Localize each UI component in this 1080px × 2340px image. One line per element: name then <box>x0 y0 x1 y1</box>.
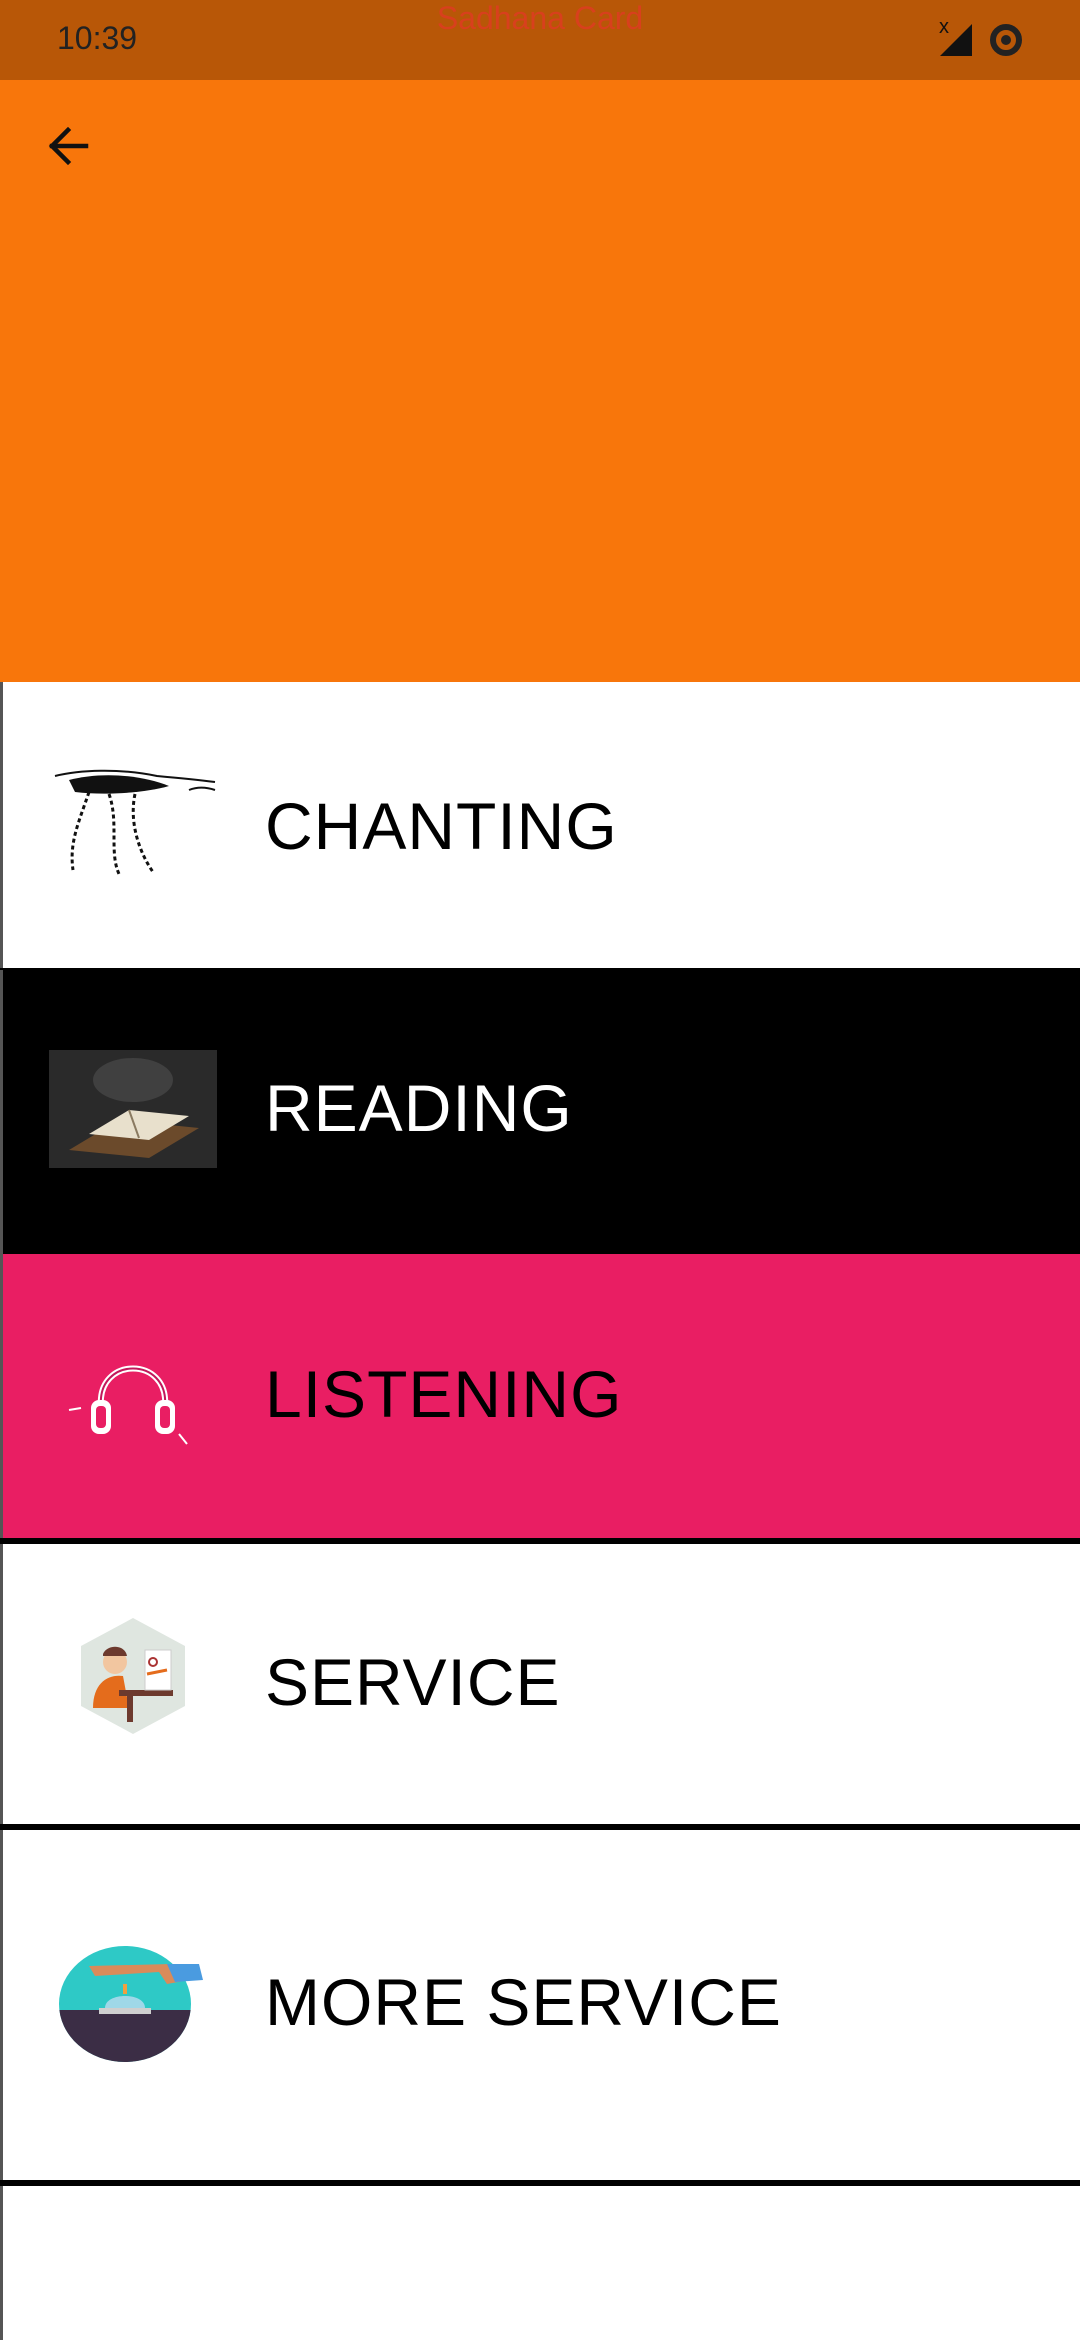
menu-item-reading[interactable]: READING <box>0 970 1080 1254</box>
back-button[interactable] <box>36 114 100 178</box>
sadhana-menu-list: CHANTING READING LISTENING SERVICE MORE … <box>0 682 1080 2340</box>
empty-list-area <box>0 2186 1080 2340</box>
menu-item-more-service[interactable]: MORE SERVICE <box>0 1830 1080 2180</box>
person-at-desk-icon <box>81 1618 185 1734</box>
open-book-icon <box>49 1050 217 1168</box>
arrow-left-icon <box>48 126 89 166</box>
status-bar: 10:39 Sadhana Card x <box>0 0 1080 80</box>
menu-item-label: LISTENING <box>265 1357 623 1431</box>
menu-item-service[interactable]: SERVICE <box>0 1544 1080 1824</box>
headphones-icon <box>68 1365 188 1445</box>
menu-item-listening[interactable]: LISTENING <box>0 1254 1080 1540</box>
menu-item-label: READING <box>265 1071 573 1145</box>
data-saver-icon <box>990 24 1022 56</box>
cellular-signal-icon <box>940 24 972 56</box>
menu-item-label: CHANTING <box>265 789 618 863</box>
app-header <box>0 80 1080 682</box>
menu-item-label: SERVICE <box>265 1645 561 1719</box>
japa-beads-hand-icon <box>54 769 216 875</box>
menu-item-chanting[interactable]: CHANTING <box>0 682 1080 968</box>
menu-item-label: MORE SERVICE <box>265 1965 782 2039</box>
service-bell-icon <box>59 1946 203 2062</box>
app-title: Sadhana Card <box>436 0 644 36</box>
